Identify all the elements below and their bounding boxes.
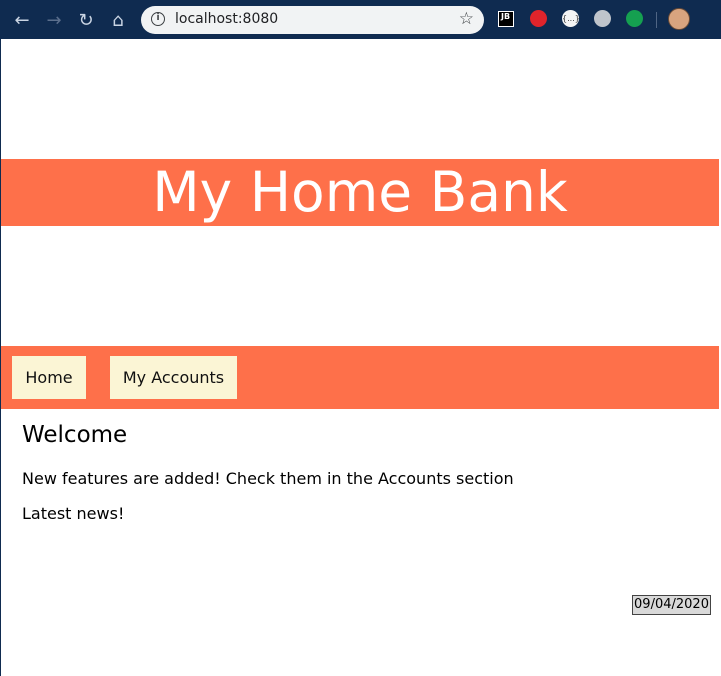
url-text[interactable]: localhost:8080 xyxy=(175,11,278,27)
jetbrains-extension-icon[interactable]: JB xyxy=(498,11,514,27)
nav-item-my-accounts[interactable]: My Accounts xyxy=(110,356,237,399)
gear-extension-icon[interactable] xyxy=(594,10,611,27)
date-label: 09/04/2020 xyxy=(632,595,711,615)
info-icon[interactable]: i xyxy=(151,12,165,26)
welcome-heading: Welcome xyxy=(22,422,128,448)
site-title: My Home Bank xyxy=(152,160,568,224)
main-navbar: Home My Accounts xyxy=(1,346,719,409)
star-icon[interactable]: ☆ xyxy=(459,9,474,29)
json-extension-label: {...} xyxy=(562,14,580,23)
home-icon[interactable]: ⌂ xyxy=(106,8,130,32)
toolbar-divider xyxy=(656,12,657,28)
profile-avatar-icon[interactable] xyxy=(668,8,690,30)
json-extension-icon[interactable]: {...} xyxy=(562,10,580,27)
stop-extension-icon[interactable] xyxy=(530,10,547,27)
nav-item-home[interactable]: Home xyxy=(12,356,86,399)
browser-toolbar: ← → ↻ ⌂ i localhost:8080 ☆ JB {...} xyxy=(0,0,721,39)
site-title-banner: My Home Bank xyxy=(1,159,719,226)
page-content: My Home Bank Home My Accounts Welcome Ne… xyxy=(0,39,721,676)
reload-icon[interactable]: ↻ xyxy=(74,8,98,32)
arrow-right-icon[interactable]: → xyxy=(42,8,66,32)
features-paragraph: New features are added! Check them in th… xyxy=(22,469,514,488)
news-paragraph: Latest news! xyxy=(22,504,125,523)
arrow-left-icon[interactable]: ← xyxy=(10,8,34,32)
green-extension-icon[interactable] xyxy=(626,10,643,27)
jetbrains-extension-label: JB xyxy=(501,12,511,21)
address-bar[interactable]: i localhost:8080 ☆ xyxy=(141,6,484,34)
